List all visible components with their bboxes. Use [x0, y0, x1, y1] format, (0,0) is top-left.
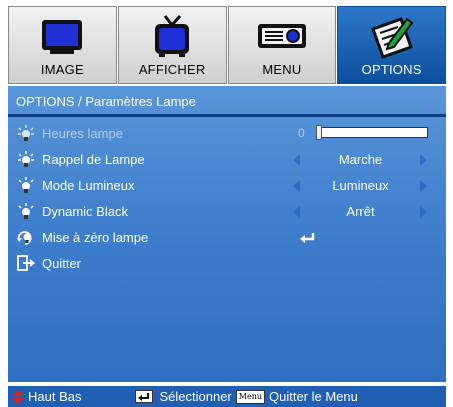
footer-help-bar: Haut Bas Sélectionner Menu Quitter le Me… — [8, 386, 446, 407]
enter-key-icon — [135, 390, 154, 403]
arrow-right-icon[interactable] — [420, 180, 427, 192]
arrow-left-icon[interactable] — [293, 154, 300, 166]
quit-menu-hint: Quitter le Menu — [269, 389, 358, 404]
menu-item-lamp-reset[interactable]: Mise à zéro lampe — [16, 226, 438, 248]
page-title: OPTIONS / Paramètres Lampe — [16, 94, 196, 109]
exit-icon — [16, 254, 36, 272]
top-tab-bar: IMAGE AFFICHER MENU OPTIONS — [8, 6, 446, 84]
title-divider — [8, 114, 446, 117]
tab-label: MENU — [262, 62, 302, 77]
dynamic-black-value: Arrêt — [346, 204, 375, 219]
lamp-hours-thumb — [316, 125, 322, 140]
lamp-hours-bar — [320, 127, 428, 138]
menu-item-label: Dynamic Black — [42, 203, 128, 219]
arrow-right-icon[interactable] — [420, 206, 427, 218]
lamp-reset-icon — [16, 228, 36, 246]
tv-icon — [119, 13, 226, 59]
arrow-left-icon[interactable] — [293, 180, 300, 192]
enter-icon[interactable] — [298, 231, 318, 245]
menu-item-label: Heures lampe — [42, 125, 123, 141]
menu-key-icon: Menu — [235, 389, 265, 404]
tab-afficher[interactable]: AFFICHER — [117, 6, 227, 84]
up-down-icon — [12, 389, 24, 404]
menu-item-label: Mode Lumineux — [42, 177, 135, 193]
lamp-icon — [16, 202, 36, 220]
tab-label: IMAGE — [40, 62, 84, 77]
menu-item-label: Quitter — [42, 255, 82, 271]
tab-image[interactable]: IMAGE — [8, 6, 117, 84]
options-panel: OPTIONS / Paramètres Lampe Heures lampe … — [8, 86, 446, 382]
tab-menu[interactable]: MENU — [227, 6, 337, 84]
arrow-left-icon[interactable] — [293, 206, 300, 218]
tab-label: OPTIONS — [361, 62, 422, 77]
menu-item-label: Mise à zéro lampe — [42, 229, 149, 245]
menu-item-quit[interactable]: Quitter — [16, 252, 438, 274]
select-hint: Sélectionner — [159, 389, 232, 404]
lamp-reminder-value: Marche — [338, 152, 383, 167]
tab-label: AFFICHER — [138, 62, 206, 77]
lamp-icon — [16, 176, 36, 194]
menu-item-label: Rappel de Lampe — [42, 151, 145, 167]
notepad-pencil-icon — [338, 13, 445, 59]
lamp-hours-value: 0 — [298, 126, 305, 140]
monitor-icon — [9, 13, 116, 59]
projector-icon — [229, 13, 336, 59]
lamp-icon — [16, 150, 36, 168]
nav-hint: Haut Bas — [28, 389, 82, 404]
tab-options[interactable]: OPTIONS — [337, 6, 446, 84]
brightness-mode-value: Lumineux — [332, 178, 389, 193]
lamp-icon — [16, 124, 36, 142]
arrow-right-icon[interactable] — [420, 154, 427, 166]
